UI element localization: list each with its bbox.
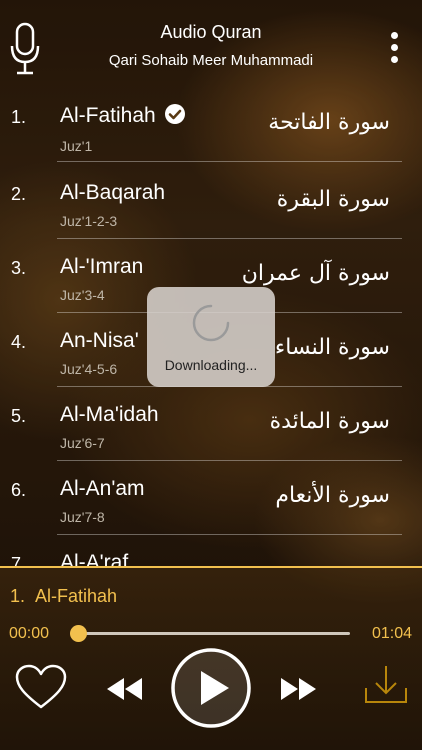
list-item[interactable]: 1. Al-Fatihah Juz'1 سورة الفاتحة (0, 88, 422, 162)
progress-knob[interactable] (69, 625, 87, 642)
surah-number: 7. (11, 554, 27, 566)
surah-number: 5. (11, 406, 27, 426)
list-item[interactable]: 2. Al-Baqarah Juz'1-2-3 سورة البقرة (0, 165, 422, 239)
progress-track[interactable] (78, 632, 350, 635)
surah-number: 1. (11, 107, 27, 127)
surah-name: Al-Ma'idah (60, 403, 159, 426)
list-item[interactable]: 6. Al-An'am Juz'7-8 سورة الأنعام (0, 461, 422, 535)
header: Audio Quran Qari Sohaib Meer Muhammadi (0, 0, 422, 88)
spinner-icon (191, 303, 231, 343)
surah-juz: Juz'6-7 (60, 435, 105, 451)
more-vertical-icon[interactable] (384, 32, 404, 74)
surah-name: Al-'Imran (60, 255, 144, 278)
surah-name: Al-Baqarah (60, 181, 166, 204)
surah-name: Al-An'am (60, 477, 145, 500)
now-playing-number: 1. (10, 586, 26, 606)
surah-name: An-Nisa' (60, 329, 139, 352)
surah-arabic-name: سورة آل عمران (241, 261, 390, 286)
surah-arabic-name: سورة البقرة (276, 187, 390, 212)
reciter-name: Qari Sohaib Meer Muhammadi (108, 52, 314, 69)
now-playing-title: Al-Fatihah (35, 586, 118, 606)
now-playing: 1. Al-Fatihah (10, 586, 117, 607)
list-item[interactable]: 7. Al-A'raf (0, 535, 422, 566)
surah-arabic-name: سورة الأنعام (275, 483, 390, 508)
surah-name: Al-A'raf (60, 551, 129, 566)
surah-arabic-name: سورة المائدة (269, 409, 390, 434)
surah-arabic-name: سورة الفاتحة (268, 110, 390, 135)
downloading-indicator: Downloading... (147, 287, 275, 387)
play-button[interactable] (170, 647, 252, 734)
surah-juz: Juz'7-8 (60, 509, 105, 525)
surah-juz: Juz'1-2-3 (60, 213, 118, 229)
surah-name: Al-Fatihah (60, 104, 186, 128)
duration-time: 01:04 (371, 625, 412, 642)
surah-arabic-name: سورة النساء (274, 335, 390, 360)
player-bar: 1. Al-Fatihah 00:00 01:04 (0, 566, 422, 750)
elapsed-time: 00:00 (9, 625, 50, 642)
surah-number: 2. (11, 184, 27, 204)
rewind-icon[interactable] (104, 676, 144, 707)
download-icon[interactable] (364, 664, 408, 711)
checkmark-icon (164, 103, 186, 125)
divider (57, 161, 402, 162)
surah-number: 4. (11, 332, 27, 352)
surah-juz: Juz'1 (60, 138, 93, 154)
downloading-label: Downloading... (164, 357, 258, 373)
player-top-border (0, 566, 422, 568)
fast-forward-icon[interactable] (279, 676, 319, 707)
surah-juz: Juz'3-4 (60, 287, 105, 303)
app-title: Audio Quran (160, 22, 262, 42)
surah-number: 6. (11, 480, 27, 500)
surah-juz: Juz'4-5-6 (60, 361, 118, 377)
heart-icon[interactable] (14, 664, 68, 715)
surah-number: 3. (11, 258, 27, 278)
list-item[interactable]: 5. Al-Ma'idah Juz'6-7 سورة المائدة (0, 387, 422, 461)
